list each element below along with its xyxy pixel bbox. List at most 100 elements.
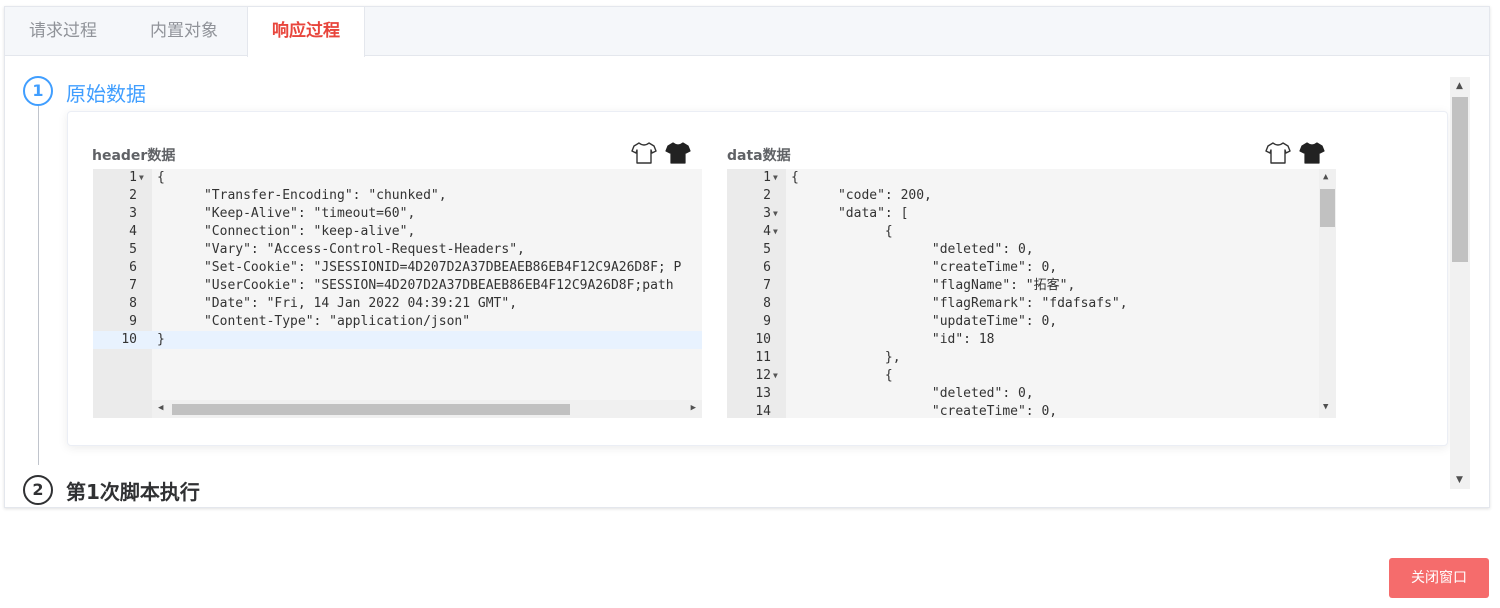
data-code-line: 7 "flagName": "拓客", xyxy=(727,277,1336,295)
data-editor-vscrollbar[interactable]: ▲ ▼ xyxy=(1319,169,1336,418)
header-data-editor[interactable]: 1 ▼ {2 "Transfer-Encoding": "chunked", 3 "K… xyxy=(93,169,702,418)
header-editor-hscrollbar[interactable]: ◀ ▶ xyxy=(152,400,702,418)
data-code-line: 4 ▼ { xyxy=(727,223,1336,241)
fold-arrow-icon[interactable]: ▼ xyxy=(139,169,144,187)
step-connector-line xyxy=(38,105,39,465)
scroll-up-arrow-icon[interactable]: ▲ xyxy=(1323,172,1328,182)
tshirt-outline-icon[interactable] xyxy=(631,141,657,165)
line-number: 1 xyxy=(129,170,137,185)
code-text: "UserCookie": "SESSION=4D207D2A37DBEAEB8… xyxy=(157,278,674,293)
data-code-line: 2 "code": 200, xyxy=(727,187,1336,205)
data-code-line: 13 "deleted": 0, xyxy=(727,385,1336,403)
code-text: "createTime": 0, xyxy=(791,404,1058,418)
line-number: 12 xyxy=(755,368,771,383)
step-1-indicator: 1 xyxy=(23,76,53,106)
header-code-line: 9 "Content-Type": "application/json" xyxy=(93,313,702,331)
data-code-line: 5 "deleted": 0, xyxy=(727,241,1336,259)
line-number: 9 xyxy=(763,314,771,329)
header-code-line: 7 "UserCookie": "SESSION=4D207D2A37DBEAE… xyxy=(93,277,702,295)
code-text: { xyxy=(157,170,165,185)
fold-arrow-icon[interactable]: ▼ xyxy=(773,169,778,187)
code-text: }, xyxy=(791,350,901,365)
header-code-line: 4 "Connection": "keep-alive", xyxy=(93,223,702,241)
response-content: 1 原始数据 header数据 1 ▼{2 "Transfer-Encoding"… xyxy=(5,57,1489,507)
line-number: 5 xyxy=(763,242,771,257)
code-text: "flagRemark": "fdafsafs", xyxy=(791,296,1128,311)
code-text: "updateTime": 0, xyxy=(791,314,1058,329)
scroll-right-arrow-icon[interactable]: ▶ xyxy=(691,403,696,413)
code-text: "deleted": 0, xyxy=(791,242,1034,257)
line-number: 6 xyxy=(129,260,137,275)
data-code-line: 9 "updateTime": 0, xyxy=(727,313,1336,331)
line-number: 3 xyxy=(763,206,771,221)
tshirt-outline-icon[interactable] xyxy=(1265,141,1291,165)
header-code-line: 8 "Date": "Fri, 14 Jan 2022 04:39:21 GMT… xyxy=(93,295,702,313)
line-number: 4 xyxy=(763,224,771,239)
code-text: { xyxy=(791,224,893,239)
data-data-label: data数据 xyxy=(727,148,791,164)
data-code-line: 12 ▼ { xyxy=(727,367,1336,385)
tab-bar: 请求过程 内置对象 响应过程 xyxy=(5,7,1489,57)
scroll-up-arrow-icon[interactable]: ▲ xyxy=(1456,81,1463,91)
code-text: } xyxy=(157,332,165,347)
header-code-line: 3 "Keep-Alive": "timeout=60", xyxy=(93,205,702,223)
scroll-down-arrow-icon[interactable]: ▼ xyxy=(1323,402,1328,412)
line-number: 2 xyxy=(763,188,771,203)
code-text: "data": [ xyxy=(791,206,909,221)
code-text: "Content-Type": "application/json" xyxy=(157,314,471,329)
line-number: 1 xyxy=(763,170,771,185)
code-text: "deleted": 0, xyxy=(791,386,1034,401)
line-number: 6 xyxy=(763,260,771,275)
line-number: 14 xyxy=(755,404,771,418)
line-number: 10 xyxy=(121,332,137,347)
step-2-title: 第1次脚本执行 xyxy=(66,480,200,504)
code-text: "Transfer-Encoding": "chunked", xyxy=(157,188,447,203)
tab-response-process[interactable]: 响应过程 xyxy=(247,7,365,57)
fold-arrow-icon[interactable]: ▼ xyxy=(773,223,778,241)
code-text: "Set-Cookie": "JSESSIONID=4D207D2A37DBEA… xyxy=(157,260,682,275)
code-text: "Keep-Alive": "timeout=60", xyxy=(157,206,416,221)
data-editor-vscroll-thumb[interactable] xyxy=(1320,189,1335,227)
header-code-line: 1 ▼ { xyxy=(93,169,702,187)
line-number: 13 xyxy=(755,386,771,401)
line-number: 7 xyxy=(763,278,771,293)
tshirt-filled-icon[interactable] xyxy=(665,141,691,165)
scroll-down-arrow-icon[interactable]: ▼ xyxy=(1456,475,1463,485)
response-dialog-panel: 请求过程 内置对象 响应过程 1 原始数据 header数据 1 ▼{2 "Tra… xyxy=(4,6,1490,508)
header-code-line: 6 "Set-Cookie": "JSESSIONID=4D207D2A37DB… xyxy=(93,259,702,277)
code-text: "id": 18 xyxy=(791,332,995,347)
data-code-line: 11 }, xyxy=(727,349,1336,367)
code-text: { xyxy=(791,170,799,185)
line-number: 7 xyxy=(129,278,137,293)
code-text: "code": 200, xyxy=(791,188,932,203)
tab-builtin-objects[interactable]: 内置对象 xyxy=(126,7,242,56)
code-text: "Vary": "Access-Control-Request-Headers"… xyxy=(157,242,525,257)
line-number: 8 xyxy=(129,296,137,311)
close-window-button[interactable]: 关闭窗口 xyxy=(1389,558,1489,598)
tshirt-filled-icon[interactable] xyxy=(1299,141,1325,165)
tab-request-process[interactable]: 请求过程 xyxy=(5,7,121,56)
data-code-line: 8 "flagRemark": "fdafsafs", xyxy=(727,295,1336,313)
scroll-left-arrow-icon[interactable]: ◀ xyxy=(158,403,163,413)
header-editor-lines: 1 ▼ {2 "Transfer-Encoding": "chunked", 3 "K… xyxy=(93,169,702,349)
line-number: 8 xyxy=(763,296,771,311)
code-text: "Connection": "keep-alive", xyxy=(157,224,416,239)
step-1-title: 原始数据 xyxy=(66,82,146,106)
header-data-label: header数据 xyxy=(92,148,176,164)
header-editor-hscroll-thumb[interactable] xyxy=(172,404,570,415)
code-text: { xyxy=(791,368,893,383)
content-vscrollbar[interactable]: ▲ ▼ xyxy=(1450,77,1470,489)
data-code-line: 6 "createTime": 0, xyxy=(727,259,1336,277)
data-data-editor[interactable]: 1 ▼{2 "code": 200, 3 ▼ "data": [4 ▼ {5 "dele… xyxy=(727,169,1336,418)
code-text: "flagName": "拓客", xyxy=(791,278,1076,293)
line-number: 11 xyxy=(755,350,771,365)
data-code-line: 3 ▼ "data": [ xyxy=(727,205,1336,223)
step-2-indicator: 2 xyxy=(23,475,53,505)
data-code-line: 14 "createTime": 0, xyxy=(727,403,1336,418)
fold-arrow-icon[interactable]: ▼ xyxy=(773,367,778,385)
fold-arrow-icon[interactable]: ▼ xyxy=(773,205,778,223)
content-vscroll-thumb[interactable] xyxy=(1452,97,1468,262)
line-number: 2 xyxy=(129,188,137,203)
line-number: 9 xyxy=(129,314,137,329)
header-code-line: 10} xyxy=(93,331,702,349)
